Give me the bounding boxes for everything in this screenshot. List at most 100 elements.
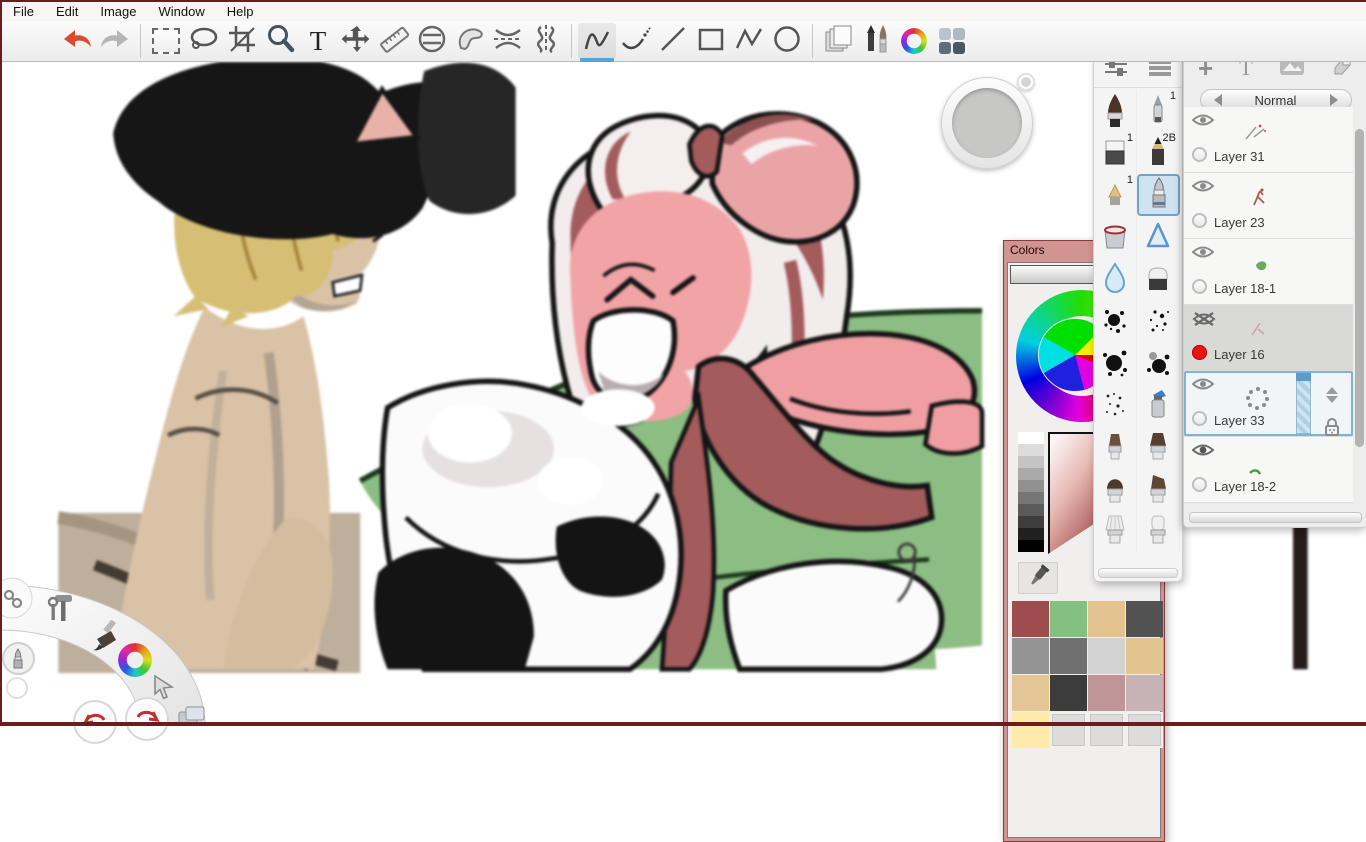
swatch[interactable] [1012,638,1049,674]
brush-splat-blob[interactable] [1137,342,1180,384]
menu-edit[interactable]: Edit [45,2,89,21]
brush-splatter-cluster[interactable] [1094,300,1137,342]
layers-panel-resize-handle[interactable] [1189,512,1362,523]
redo-button[interactable] [96,23,134,59]
current-color-bubble[interactable] [6,677,28,699]
interface-toggle-button[interactable] [933,23,971,59]
brush-bristle-dome[interactable] [1094,468,1137,510]
eye-icon[interactable] [1191,113,1215,132]
layer-row[interactable]: Layer 18-1 [1184,239,1353,305]
brush-airbrush[interactable] [1137,216,1180,258]
color-editor-toggle-button[interactable] [895,23,933,59]
eye-hidden-icon[interactable] [1192,311,1216,332]
color-wheel-icon[interactable] [118,643,152,677]
layer-row-active[interactable]: Layer 33 [1184,371,1353,437]
puck-pin-button[interactable] [1017,73,1035,91]
swatch[interactable] [1088,638,1125,674]
brushes-toggle-button[interactable] [857,23,895,59]
swatch[interactable] [1126,638,1163,674]
brush-spray-can[interactable] [1137,384,1180,426]
swatch[interactable] [1012,712,1049,748]
swatch[interactable] [1012,601,1049,637]
undo-button[interactable] [58,23,96,59]
eye-icon[interactable] [1191,443,1215,462]
brush-eraser-hard[interactable]: 1 [1094,132,1137,174]
symmetry-vertical-button[interactable] [527,23,565,59]
brush-dots-sparse[interactable] [1094,384,1137,426]
polyline-tool-button[interactable] [730,23,768,59]
links-icon[interactable] [2,588,24,610]
swatch[interactable] [1050,675,1087,711]
brush-bristle-medium[interactable] [1137,426,1180,468]
layer-row[interactable]: Layer 18-2 [1184,437,1353,503]
layer-radio[interactable] [1192,213,1207,228]
menu-image[interactable]: Image [89,2,147,21]
swatch-empty[interactable] [1088,712,1125,748]
brush-flat-white[interactable] [1137,510,1180,552]
rectangle-tool-button[interactable] [692,23,730,59]
layer-row[interactable]: Layer 16 [1184,305,1353,371]
layer-radio[interactable] [1192,411,1207,426]
ellipse-guide-button[interactable] [413,23,451,59]
layers-toggle-button[interactable] [819,23,857,59]
brush-eraser-soft[interactable] [1137,258,1180,300]
current-brush-bubble[interactable] [2,642,35,675]
layer-move-icon[interactable] [1326,381,1338,409]
eye-icon[interactable] [1191,245,1215,264]
brush-puck[interactable] [941,73,1035,169]
line-tool-button[interactable] [654,23,692,59]
crop-button[interactable] [223,23,261,59]
select-lasso-button[interactable] [185,23,223,59]
brush-palette-resize-handle[interactable] [1098,568,1178,578]
brush-bristle-small[interactable] [1094,426,1137,468]
layer-opacity-slider[interactable] [1296,373,1311,434]
brush-splatter-spray[interactable] [1137,300,1180,342]
brush-fan-white[interactable] [1094,510,1137,552]
blend-next-icon[interactable] [1329,94,1344,106]
layer-row[interactable]: Layer 23 [1184,173,1353,239]
zoom-button[interactable] [261,23,299,59]
select-marquee-button[interactable] [147,23,185,59]
blend-prev-icon[interactable] [1208,94,1222,106]
layers-scrollbar[interactable] [1355,129,1364,447]
brush-pen[interactable]: 1 [1137,90,1180,132]
ruler-button[interactable] [375,23,413,59]
swatch[interactable] [1088,601,1125,637]
symmetry-horizontal-button[interactable] [489,23,527,59]
swatch-empty[interactable] [1050,712,1087,748]
brush-fill-bucket[interactable] [1094,216,1137,258]
swatch[interactable] [1050,638,1087,674]
menu-help[interactable]: Help [216,2,265,21]
layer-radio[interactable] [1192,477,1207,492]
swatch-empty[interactable] [1126,712,1163,748]
brush-marker[interactable]: 1 [1094,174,1137,216]
layer-row[interactable]: Layer 31 [1184,107,1353,173]
text-tool-button[interactable]: T [299,23,337,59]
eyedropper-button[interactable] [1018,562,1058,594]
menu-window[interactable]: Window [148,2,216,21]
layer-marker[interactable] [1192,345,1207,360]
eye-icon[interactable] [1191,179,1215,198]
lagoon-redo-button[interactable] [125,697,169,741]
tools-icon[interactable] [46,592,78,626]
eye-icon[interactable] [1191,377,1215,396]
french-curve-button[interactable] [451,23,489,59]
brush-splat-large[interactable] [1094,342,1137,384]
brush-bristle-angled[interactable] [1137,468,1180,510]
swatch[interactable] [1050,601,1087,637]
swatch[interactable] [1012,675,1049,711]
steady-stroke-button[interactable] [616,23,654,59]
swatch[interactable] [1088,675,1125,711]
brush-round[interactable] [1094,90,1137,132]
layer-radio[interactable] [1192,147,1207,162]
brush-pencil-2b[interactable]: 2B [1137,132,1180,174]
ellipse-tool-button[interactable] [768,23,806,59]
transform-button[interactable] [337,23,375,59]
freehand-stroke-button[interactable] [578,23,616,62]
menu-file[interactable]: File [2,2,45,21]
swatch[interactable] [1126,601,1163,637]
layer-radio[interactable] [1192,279,1207,294]
grayscale-ramp[interactable] [1018,432,1044,552]
brush-water-drop[interactable] [1094,258,1137,300]
swatch[interactable] [1126,675,1163,711]
